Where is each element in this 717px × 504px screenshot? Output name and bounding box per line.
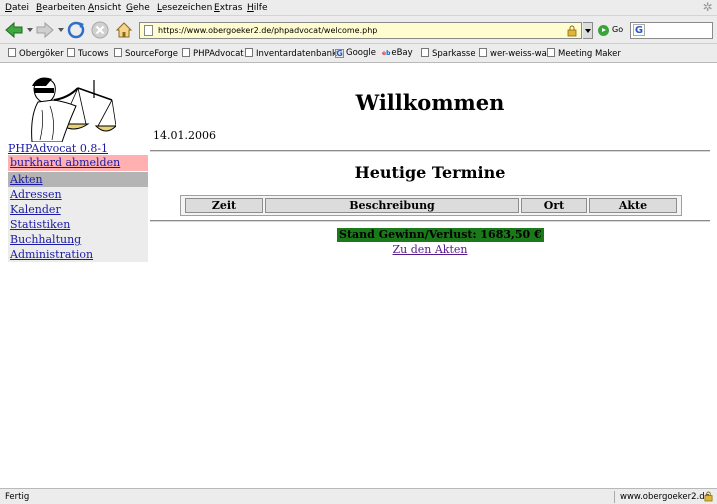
stop-icon[interactable] — [90, 20, 110, 40]
divider — [150, 220, 710, 222]
page-icon — [144, 25, 153, 36]
menu-edit[interactable]: Bearbeiten — [36, 3, 85, 13]
bookmark-page-icon — [245, 48, 253, 57]
bookmark-wer-weiss-was[interactable]: wer-weiss-was — [479, 48, 551, 59]
main-nav: Akten Adressen Kalender Statistiken Buch… — [8, 172, 148, 262]
address-bar[interactable]: https://www.obergoeker2.de/phpadvocat/we… — [139, 22, 582, 39]
nav-buchhaltung[interactable]: Buchhaltung — [8, 232, 148, 247]
bookmark-ebay[interactable]: ebeBay — [382, 48, 413, 58]
nav-kalender[interactable]: Kalender — [8, 202, 148, 217]
status-text: Fertig — [5, 492, 30, 502]
bookmark-google[interactable]: G Google — [335, 48, 376, 58]
column-header-ort: Ort — [521, 198, 587, 213]
bookmark-page-icon — [114, 48, 122, 57]
sidebar: burkhard abmelden Akten Adressen Kalende… — [8, 155, 148, 262]
column-header-beschreibung: Beschreibung — [265, 198, 519, 213]
status-bar: Fertig www.obergoeker2.de — [0, 488, 717, 504]
menu-file[interactable]: Datei — [5, 3, 29, 13]
go-label: Go — [612, 25, 624, 34]
back-arrow-icon[interactable] — [4, 20, 24, 40]
status-host: www.obergoeker2.de — [620, 492, 710, 502]
reload-icon[interactable] — [66, 20, 86, 40]
google-icon: G — [335, 49, 344, 58]
bookmark-page-icon — [182, 48, 190, 57]
bookmark-page-icon — [421, 48, 429, 57]
go-arrow-icon — [598, 25, 609, 36]
column-header-akte: Akte — [589, 198, 677, 213]
appointments-heading: Heutige Termine — [354, 163, 506, 182]
column-header-zeit: Zeit — [185, 198, 263, 213]
bookmark-inventardatenbank[interactable]: Inventardatenbank — [245, 48, 337, 59]
navigation-toolbar: https://www.obergoeker2.de/phpadvocat/we… — [0, 16, 717, 44]
divider — [150, 150, 710, 152]
nav-administration[interactable]: Administration — [8, 247, 148, 262]
current-date: 14.01.2006 — [153, 129, 216, 142]
justitia-logo — [31, 77, 116, 142]
bookmark-tucows[interactable]: Tucows — [67, 48, 109, 59]
appointments-table: Zeit Beschreibung Ort Akte — [180, 195, 682, 216]
address-dropdown-icon[interactable] — [583, 22, 593, 39]
menu-view[interactable]: Ansicht — [88, 3, 121, 13]
bookmark-page-icon — [547, 48, 555, 57]
menu-go[interactable]: Gehe — [126, 3, 150, 13]
bookmark-page-icon — [67, 48, 75, 57]
menu-help[interactable]: Hilfe — [247, 3, 268, 13]
security-lock-icon[interactable] — [704, 491, 713, 502]
throbber-icon: ✲ — [702, 0, 713, 14]
search-input[interactable]: G — [630, 22, 713, 39]
page-title: Willkommen — [355, 90, 505, 115]
bookmark-page-icon — [479, 48, 487, 57]
menu-tools[interactable]: Extras — [214, 3, 242, 13]
page-content: PHPAdvocat 0.8-1 burkhard abmelden Akten… — [0, 64, 717, 488]
status-separator — [614, 491, 615, 503]
to-files-link[interactable]: Zu den Akten — [393, 243, 468, 256]
logout-link[interactable]: burkhard abmelden — [8, 155, 148, 171]
ebay-icon: eb — [382, 50, 391, 57]
google-search-icon[interactable]: G — [633, 24, 645, 36]
menu-bar: Datei Bearbeiten Ansicht Gehe Lesezeiche… — [0, 0, 717, 16]
version-link[interactable]: PHPAdvocat 0.8-1 — [8, 142, 108, 155]
nav-akten[interactable]: Akten — [8, 172, 148, 187]
bookmark-sourceforge[interactable]: SourceForge — [114, 48, 178, 59]
profit-loss-balance: Stand Gewinn/Verlust: 1683,50 € — [337, 228, 544, 242]
back-dropdown-icon[interactable] — [27, 28, 33, 32]
bookmarks-toolbar: Obergöker Tucows SourceForge PHPAdvocat … — [0, 44, 717, 63]
menu-bookmarks[interactable]: Lesezeichen — [157, 3, 212, 13]
address-url[interactable]: https://www.obergoeker2.de/phpadvocat/we… — [158, 26, 377, 35]
go-button[interactable]: Go — [598, 24, 626, 38]
lock-icon[interactable] — [567, 25, 577, 37]
nav-statistiken[interactable]: Statistiken — [8, 217, 148, 232]
home-icon[interactable] — [114, 20, 134, 40]
nav-adressen[interactable]: Adressen — [8, 187, 148, 202]
forward-arrow-icon[interactable] — [35, 20, 55, 40]
bookmark-meeting-maker[interactable]: Meeting Maker — [547, 48, 621, 59]
forward-dropdown-icon[interactable] — [58, 28, 64, 32]
bookmark-sparkasse[interactable]: Sparkasse — [421, 48, 476, 59]
bookmark-phpadvocat[interactable]: PHPAdvocat — [182, 48, 244, 59]
bookmark-obergoeker[interactable]: Obergöker — [8, 48, 64, 59]
bookmark-page-icon — [8, 48, 16, 57]
